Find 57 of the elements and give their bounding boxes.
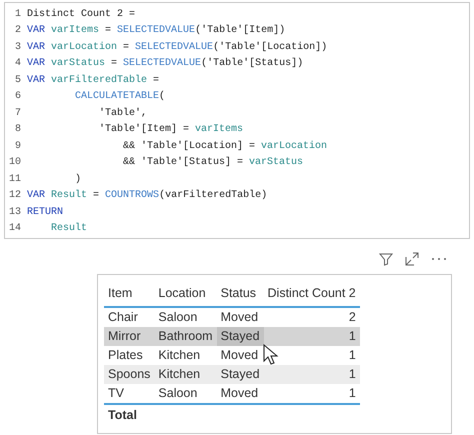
line-number: 11 (8, 172, 22, 187)
table-cell[interactable]: TV (104, 384, 154, 404)
code-line: Result (50, 222, 88, 236)
table-cell[interactable]: Bathroom (154, 326, 217, 346)
code-line: VAR varStatus = SELECTEDVALUE('Table'[Status]) (27, 56, 304, 72)
table-cell[interactable]: Moved (216, 346, 264, 365)
line-number: 7 (14, 106, 22, 121)
line-number: 6 (14, 90, 22, 104)
line-number: 8 (14, 123, 22, 138)
filter-icon[interactable] (379, 252, 393, 266)
table-cell[interactable]: 1 (264, 384, 360, 404)
line-number: 14 (8, 222, 22, 236)
more-options-icon[interactable] (431, 257, 447, 261)
line-number: 9 (14, 140, 22, 154)
code-line: CALCULATETABLE( (74, 90, 166, 104)
column-header[interactable]: Location (154, 281, 217, 307)
code-line: RETURN (27, 206, 64, 220)
code-line: Distinct Count 2 = (27, 8, 136, 22)
code-line: VAR varItems = SELECTEDVALUE('Table'[Item]) (27, 24, 286, 38)
code-line: VAR varLocation = SELECTEDVALUE('Table'[Location]) (27, 40, 328, 55)
table-cell[interactable]: Saloon (154, 384, 217, 404)
code-editor[interactable] (4, 2, 470, 239)
line-number: 1 (14, 8, 22, 22)
line-number: 4 (14, 57, 22, 72)
line-number: 12 (8, 189, 22, 204)
table-cell[interactable]: 1 (264, 364, 360, 384)
code-line: && 'Table'[Location] = varLocation (122, 140, 328, 154)
table-cell[interactable]: Stayed (216, 364, 264, 384)
line-number: 3 (14, 40, 22, 55)
code-line: 'Table'[Item] = varItems (98, 122, 244, 138)
mouse-cursor-icon (263, 344, 279, 366)
table-cell[interactable]: Moved (216, 384, 264, 404)
table-cell[interactable]: 1 (264, 326, 360, 346)
table-cell[interactable]: 2 (264, 307, 360, 327)
line-number: 13 (8, 206, 22, 220)
table-cell[interactable]: Moved (216, 307, 264, 327)
table-cell[interactable]: Chair (104, 307, 154, 327)
table-cell[interactable]: Stayed (216, 326, 264, 346)
table-cell[interactable]: Mirror (104, 326, 154, 346)
line-number: 5 (14, 74, 22, 88)
table-cell[interactable]: Plates (104, 346, 154, 365)
total-label: Total (104, 404, 154, 426)
code-line: 'Table', (98, 106, 148, 121)
table-cell[interactable]: Kitchen (154, 364, 217, 384)
line-number: 10 (8, 156, 22, 170)
table-cell[interactable]: Spoons (104, 364, 154, 384)
column-header[interactable]: Distinct Count 2 (264, 281, 360, 307)
expand-icon[interactable] (405, 252, 419, 266)
line-number: 2 (14, 24, 22, 38)
table-cell[interactable]: Saloon (154, 307, 217, 327)
code-line: && 'Table'[Status] = varStatus (122, 156, 304, 170)
code-line: ) (74, 172, 82, 187)
column-header[interactable]: Item (104, 281, 154, 307)
column-header[interactable]: Status (216, 281, 264, 307)
code-line: VAR varFilteredTable = (27, 74, 160, 88)
code-line: VAR Result = COUNTROWS(varFilteredTable) (27, 188, 268, 204)
table-cell[interactable]: Kitchen (154, 346, 217, 365)
